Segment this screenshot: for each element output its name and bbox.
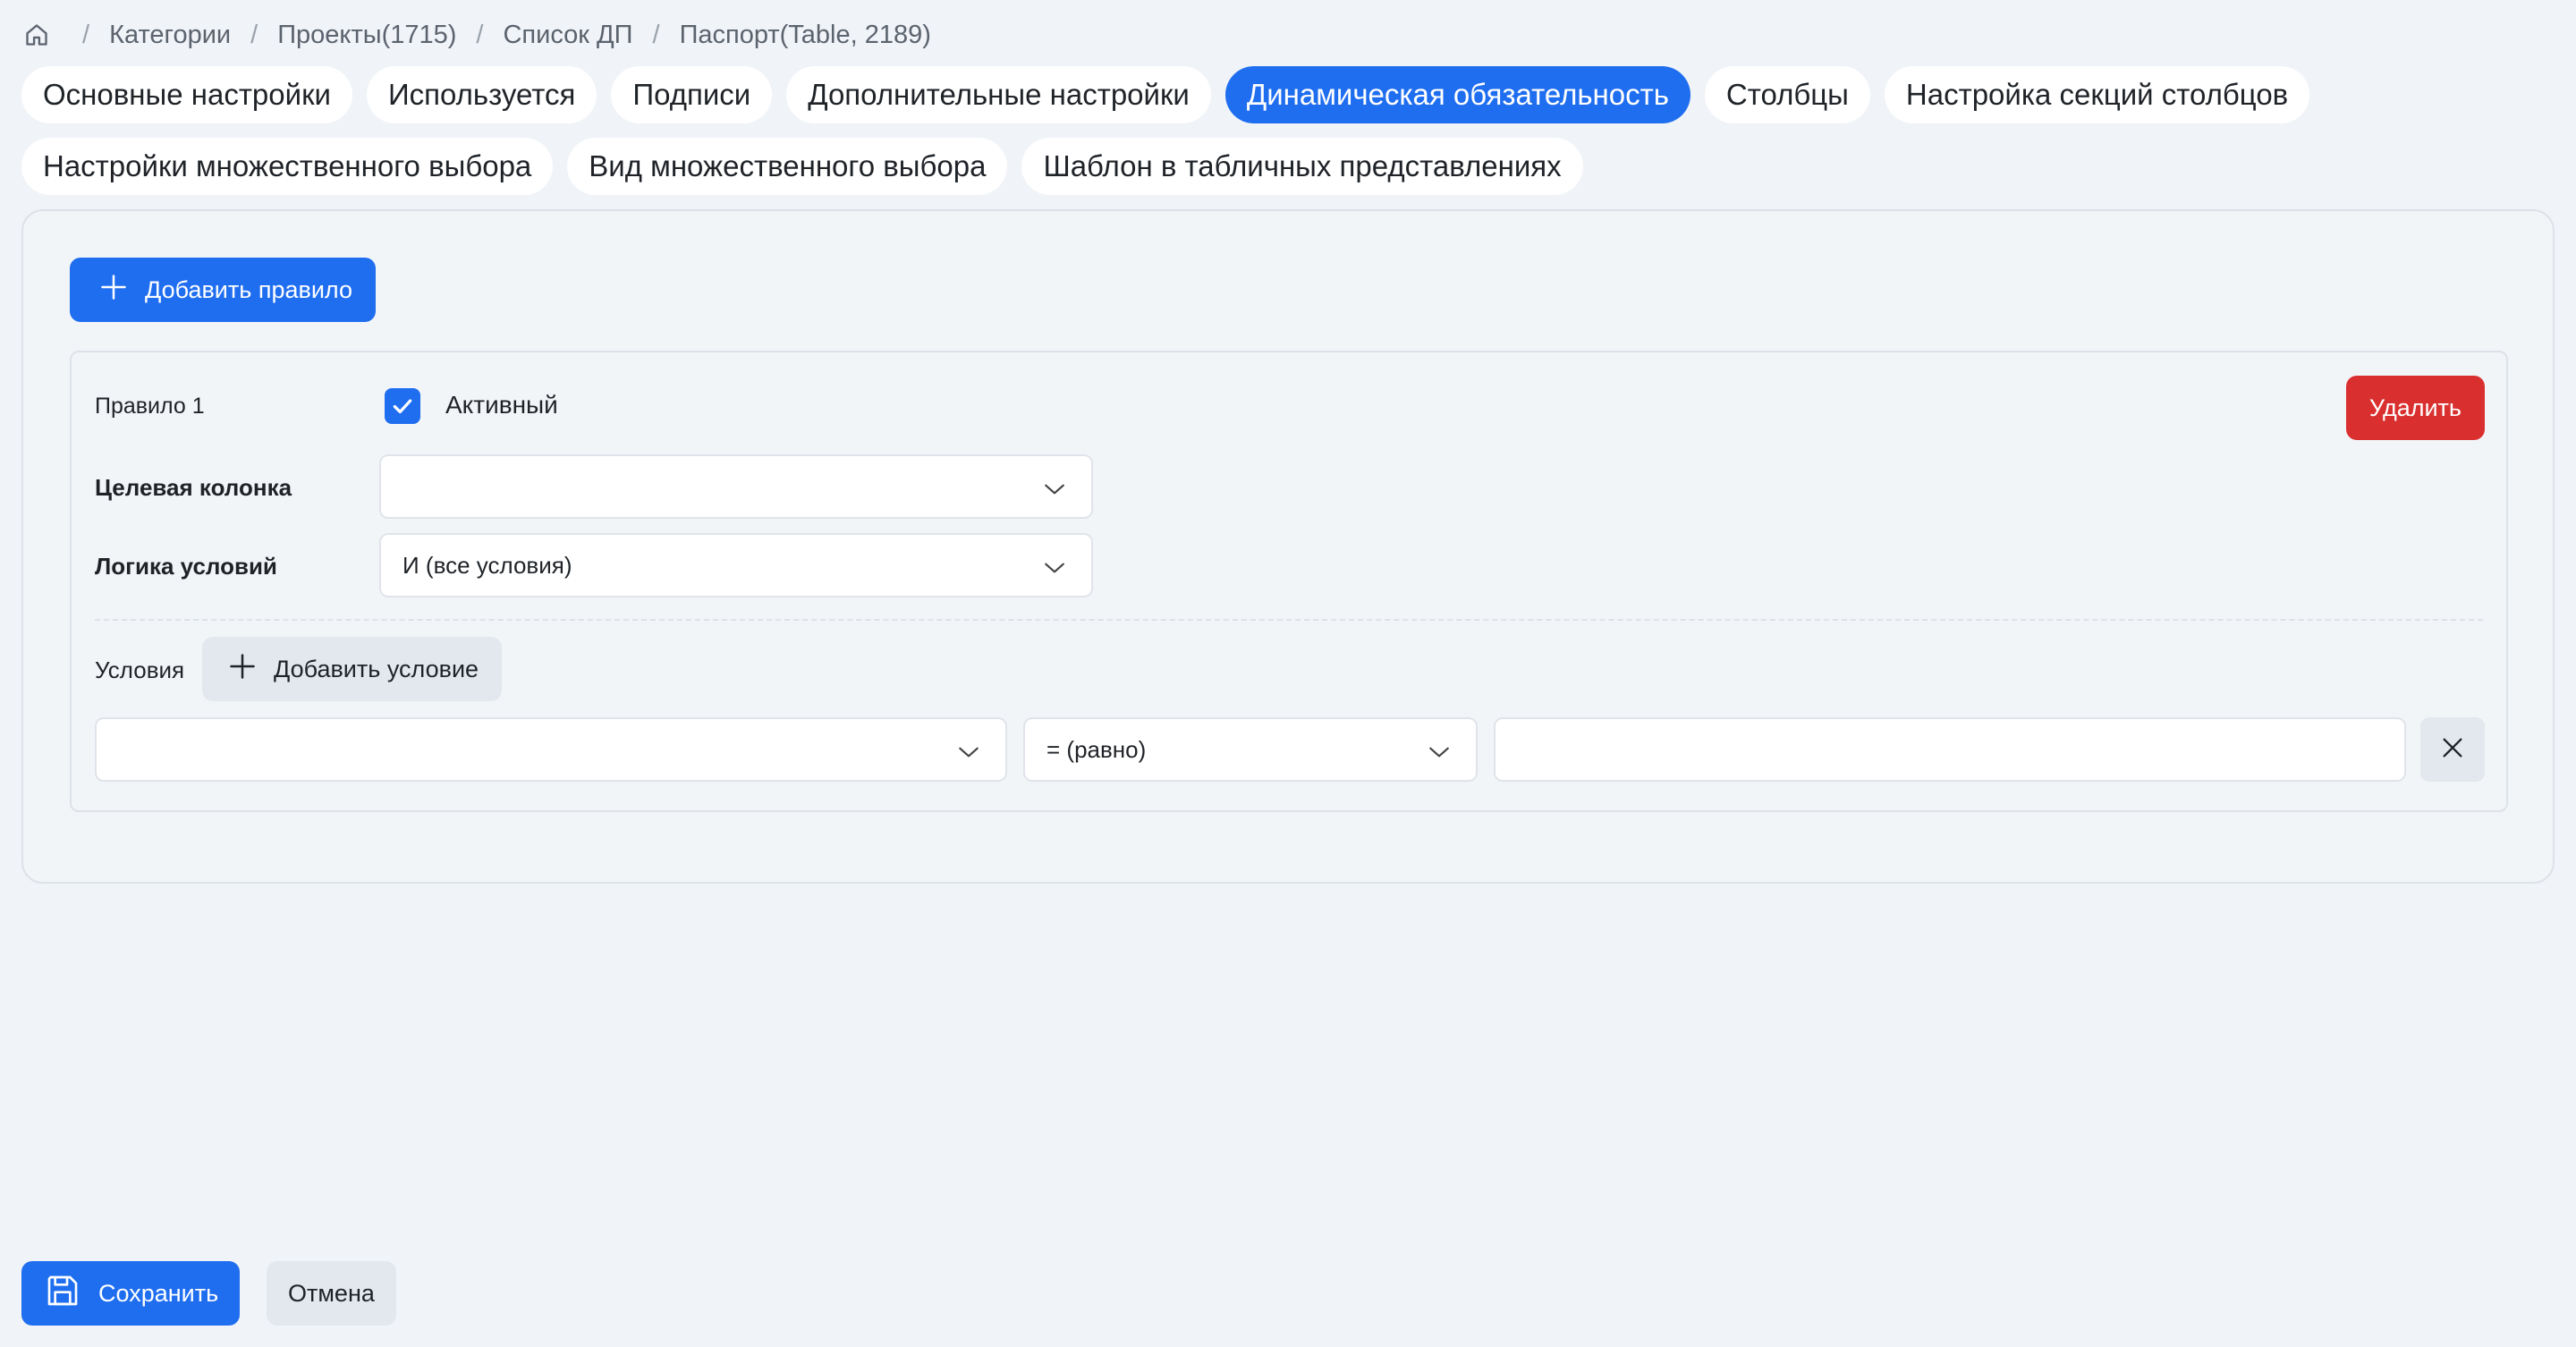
divider [95, 619, 2483, 621]
condition-field-select[interactable] [95, 717, 1007, 782]
save-button[interactable]: Сохранить [21, 1261, 241, 1326]
plus-icon [100, 274, 127, 307]
rule-card: Правило 1 Активный Удалить Целевая колон… [70, 351, 2508, 812]
delete-rule-button[interactable]: Удалить [2345, 376, 2485, 440]
add-rule-button[interactable]: Добавить правило [70, 258, 376, 322]
tab-table-template[interactable]: Шаблон в табличных представлениях [1021, 138, 1583, 195]
tab-multiselect-view[interactable]: Вид множественного выбора [567, 138, 1008, 195]
tab-bar: Основные настройки Используется Подписи … [21, 66, 2526, 195]
breadcrumb-item-categories[interactable]: Категории [109, 21, 231, 50]
logic-select[interactable]: И (все условия) [379, 533, 1093, 597]
breadcrumb-separator: / [652, 20, 660, 49]
tab-basic-settings[interactable]: Основные настройки [21, 66, 352, 123]
rule-title: Правило 1 [95, 394, 205, 419]
chevron-down-icon [1043, 556, 1066, 584]
breadcrumb-separator: / [476, 20, 484, 49]
breadcrumb-item-projects[interactable]: Проекты(1715) [277, 21, 456, 50]
tab-captions[interactable]: Подписи [611, 66, 773, 123]
tab-multiselect-settings[interactable]: Настройки множественного выбора [21, 138, 554, 195]
remove-condition-button[interactable] [2420, 717, 2485, 782]
cancel-button[interactable]: Отмена [267, 1261, 396, 1326]
conditions-label: Условия [95, 657, 185, 683]
page: / Категории / Проекты(1715) / Список ДП … [0, 0, 2576, 1347]
tab-dynamic-required[interactable]: Динамическая обязательность [1224, 66, 1690, 123]
tab-additional-settings[interactable]: Дополнительные настройки [786, 66, 1211, 123]
logic-label: Логика условий [95, 553, 277, 580]
save-icon [45, 1273, 80, 1315]
add-rule-label: Добавить правило [145, 275, 352, 303]
add-condition-button[interactable]: Добавить условие [202, 637, 503, 701]
add-condition-label: Добавить условие [274, 655, 479, 682]
breadcrumb-separator: / [82, 20, 90, 49]
breadcrumb: / Категории / Проекты(1715) / Список ДП … [23, 18, 931, 52]
tab-column-sections[interactable]: Настройка секций столбцов [1884, 66, 2310, 123]
chevron-down-icon [1043, 478, 1066, 505]
active-label: Активный [445, 391, 558, 419]
chevron-down-icon [1428, 741, 1451, 768]
dynamic-required-panel: Добавить правило Правило 1 Активный Удал… [21, 209, 2555, 884]
breadcrumb-item-dp-list[interactable]: Список ДП [503, 21, 632, 50]
target-column-label: Целевая колонка [95, 474, 292, 501]
condition-value-input[interactable] [1494, 717, 2406, 782]
check-icon [393, 399, 412, 414]
save-label: Сохранить [98, 1279, 219, 1307]
target-column-select[interactable] [379, 454, 1093, 519]
condition-operator-select[interactable]: = (равно) [1023, 717, 1478, 782]
condition-operator-value: = (равно) [1046, 735, 1147, 763]
home-icon[interactable] [23, 21, 50, 48]
logic-value: И (все условия) [402, 551, 572, 579]
active-checkbox[interactable] [385, 388, 420, 424]
tab-usage[interactable]: Используется [366, 66, 597, 123]
breadcrumb-item-passport: Паспорт(Table, 2189) [679, 20, 931, 49]
breadcrumb-separator: / [250, 20, 258, 49]
close-icon [2440, 735, 2465, 765]
chevron-down-icon [957, 741, 980, 768]
plus-icon [229, 653, 256, 686]
tab-columns[interactable]: Столбцы [1704, 66, 1870, 123]
